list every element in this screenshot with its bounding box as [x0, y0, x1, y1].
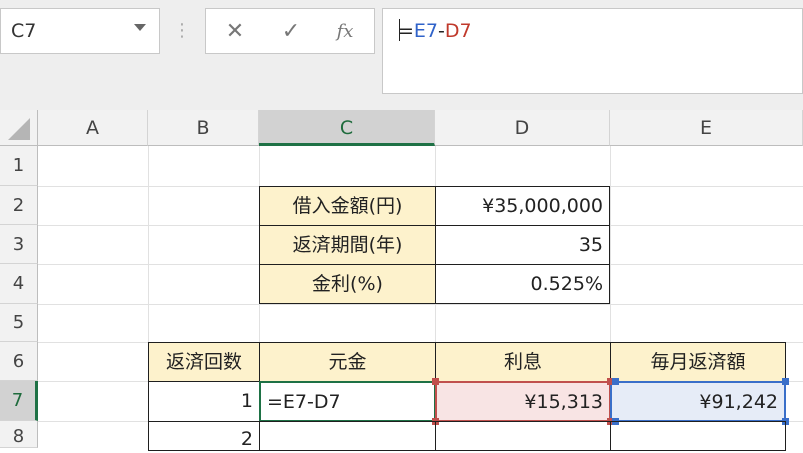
insert-function-button[interactable]: fx [330, 17, 360, 47]
cell-e6[interactable]: 毎月返済額 [610, 342, 786, 382]
name-box[interactable]: C7 [0, 8, 160, 54]
formula-equals: = [398, 20, 414, 42]
range-handle[interactable] [432, 378, 439, 385]
cell-c8[interactable] [259, 421, 436, 451]
cell-e7[interactable]: ¥91,242 [610, 381, 786, 422]
row-header-7[interactable]: 7 [0, 381, 38, 421]
chevron-down-icon[interactable] [134, 24, 146, 31]
cell-d4[interactable]: 0.525% [435, 264, 610, 304]
cell-b8[interactable]: 2 [148, 421, 260, 451]
formula-buttons: ✕ ✓ fx [205, 8, 375, 54]
cell-c6[interactable]: 元金 [259, 342, 436, 382]
cell-d2[interactable]: ¥35,000,000 [435, 186, 610, 226]
cancel-icon[interactable]: ✕ [220, 17, 250, 47]
formula-ref-d7: D7 [444, 20, 472, 42]
row-header-3[interactable]: 3 [0, 225, 38, 264]
row-header-1[interactable]: 1 [0, 146, 38, 186]
row-header-6[interactable]: 6 [0, 342, 38, 381]
row-header-8[interactable]: 8 [0, 421, 38, 448]
cell-c3[interactable]: 返済期間(年) [259, 225, 436, 265]
cell-d3[interactable]: 35 [435, 225, 610, 265]
cell-d6[interactable]: 利息 [435, 342, 611, 382]
cell-c4[interactable]: 金利(%) [259, 264, 436, 304]
cell-e8[interactable] [610, 421, 786, 451]
column-header-e[interactable]: E [610, 110, 803, 146]
range-handle[interactable] [612, 378, 619, 385]
column-header-d[interactable]: D [435, 110, 610, 146]
column-header-a[interactable]: A [38, 110, 148, 146]
cell-d8[interactable] [435, 421, 611, 451]
row-header-4[interactable]: 4 [0, 264, 38, 304]
gridline [38, 304, 803, 305]
enter-icon[interactable]: ✓ [276, 17, 306, 47]
cell-d7[interactable]: ¥15,313 [435, 381, 611, 422]
formula-input[interactable]: =E7-D7 [382, 8, 803, 94]
column-header-b[interactable]: B [148, 110, 259, 146]
formula-operator: - [438, 20, 445, 42]
cell-b6[interactable]: 返済回数 [148, 342, 260, 382]
cell-c7-active[interactable]: =E7-D7 [259, 381, 436, 422]
cell-b7[interactable]: 1 [148, 381, 260, 422]
select-all-icon [8, 118, 30, 140]
formula-bar-grip[interactable]: ⋮ [173, 16, 191, 46]
cell-c2[interactable]: 借入金額(円) [259, 186, 436, 226]
range-handle[interactable] [782, 378, 789, 385]
row-header-5[interactable]: 5 [0, 304, 38, 342]
row-header-2[interactable]: 2 [0, 186, 38, 225]
column-header-c[interactable]: C [259, 110, 435, 146]
formula-ref-e7: E7 [413, 20, 439, 42]
